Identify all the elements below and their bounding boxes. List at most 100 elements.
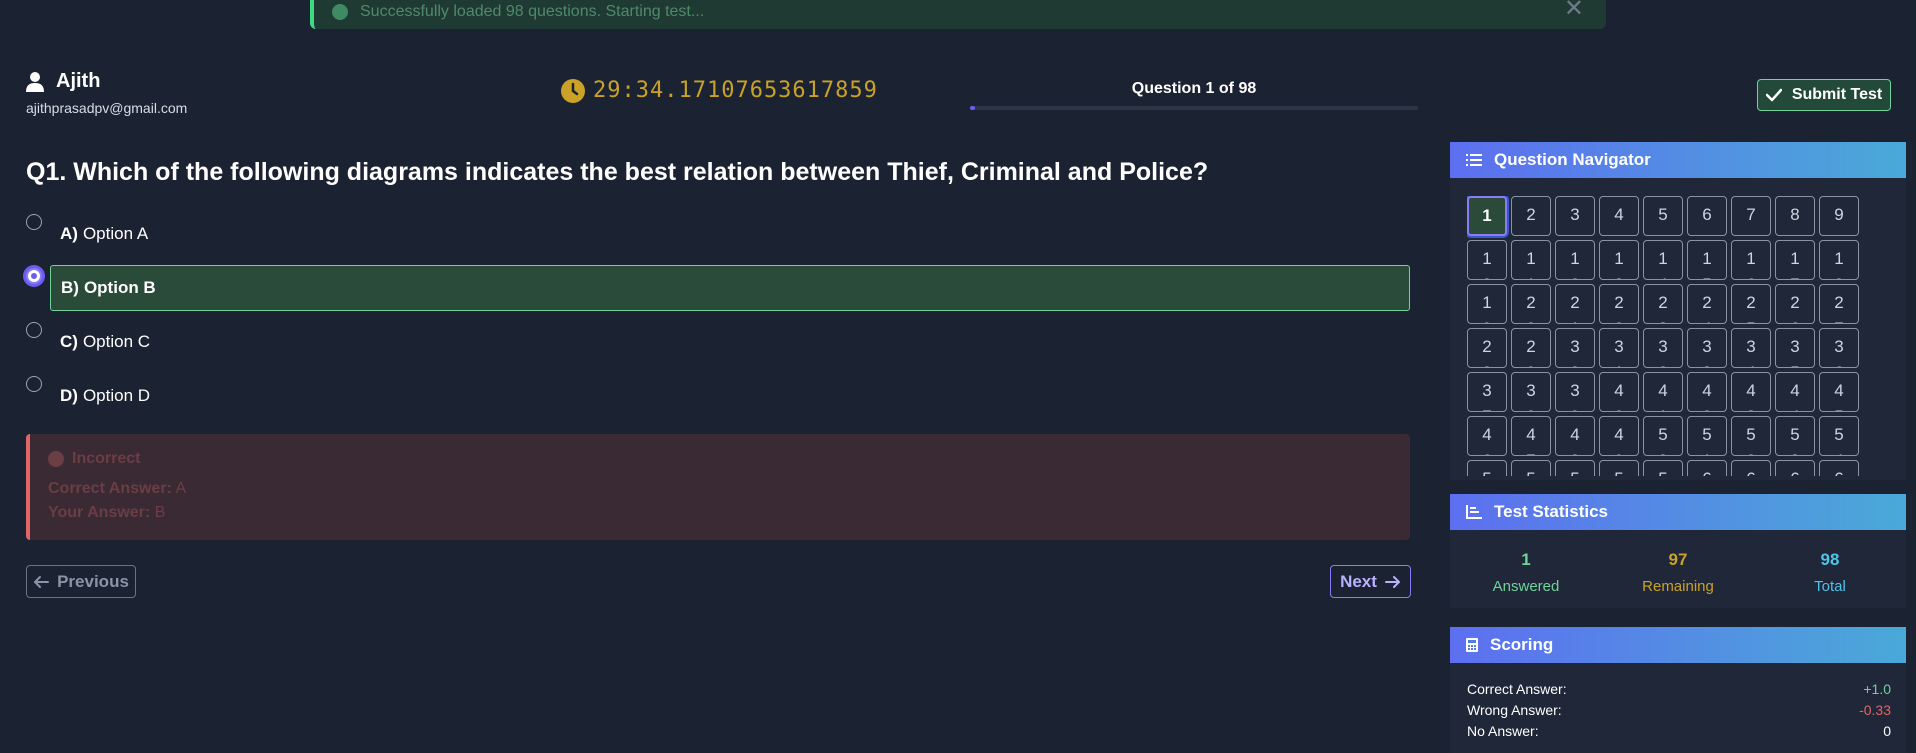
navigator-cell[interactable]: 52 <box>1731 416 1771 456</box>
option-d-label[interactable]: D) Option D <box>50 373 1410 419</box>
navigator-cell[interactable]: 63 <box>1819 460 1859 476</box>
navigator-cell[interactable]: 37 <box>1467 372 1507 412</box>
navigator-cell[interactable]: 8 <box>1775 196 1815 236</box>
navigator-cell[interactable]: 53 <box>1775 416 1815 456</box>
navigator-cell[interactable]: 62 <box>1775 460 1815 476</box>
navigator-cell[interactable]: 38 <box>1511 372 1551 412</box>
navigator-cell[interactable]: 25 <box>1731 284 1771 324</box>
score-correct-value: +1.0 <box>1863 681 1891 697</box>
total-count: 98 <box>1820 550 1840 569</box>
navigator-cell[interactable]: 15 <box>1687 240 1727 280</box>
navigator-cell[interactable]: 29 <box>1511 328 1551 368</box>
navigator-cell[interactable]: 48 <box>1555 416 1595 456</box>
navigator-cell[interactable]: 46 <box>1467 416 1507 456</box>
navigator-cell[interactable]: 31 <box>1599 328 1639 368</box>
question-title: Q1. Which of the following diagrams indi… <box>26 158 1209 186</box>
previous-button[interactable]: Previous <box>26 565 136 598</box>
option-a-radio[interactable] <box>26 214 42 230</box>
score-none-value: 0 <box>1883 723 1891 739</box>
navigator-cell[interactable]: 6 <box>1687 196 1727 236</box>
question-navigator-header: Question Navigator <box>1450 142 1906 178</box>
navigator-cell[interactable]: 18 <box>1819 240 1859 280</box>
your-answer-value: B <box>154 504 166 521</box>
statistics-title: Test Statistics <box>1494 502 1609 521</box>
option-b-radio[interactable] <box>26 268 42 284</box>
navigator-cell[interactable]: 32 <box>1643 328 1683 368</box>
close-icon[interactable]: ✕ <box>1564 0 1584 23</box>
navigator-cell[interactable]: 4 <box>1599 196 1639 236</box>
navigator-cell[interactable]: 24 <box>1687 284 1727 324</box>
navigator-cell[interactable]: 59 <box>1643 460 1683 476</box>
option-c[interactable]: C) Option C <box>0 319 1420 365</box>
navigator-cell[interactable]: 27 <box>1819 284 1859 324</box>
navigator-cell[interactable]: 28 <box>1467 328 1507 368</box>
navigator-cell[interactable]: 14 <box>1643 240 1683 280</box>
answered-count: 1 <box>1521 550 1531 569</box>
navigator-cell[interactable]: 30 <box>1555 328 1595 368</box>
answered-label: Answered <box>1492 578 1560 595</box>
submit-test-button[interactable]: Submit Test <box>1757 79 1891 111</box>
remaining-count: 97 <box>1668 550 1688 569</box>
navigator-cell[interactable]: 41 <box>1643 372 1683 412</box>
option-b[interactable]: B) Option B <box>0 265 1420 311</box>
navigator-cell[interactable]: 17 <box>1775 240 1815 280</box>
navigator-cell[interactable]: 35 <box>1775 328 1815 368</box>
navigator-cell[interactable]: 3 <box>1555 196 1595 236</box>
navigator-cell[interactable]: 34 <box>1731 328 1771 368</box>
navigator-cell[interactable]: 51 <box>1687 416 1727 456</box>
option-d[interactable]: D) Option D <box>0 373 1420 419</box>
navigator-cell[interactable]: 20 <box>1511 284 1551 324</box>
navigator-cell[interactable]: 7 <box>1731 196 1771 236</box>
question-counter: Question 1 of 98 <box>1131 80 1257 97</box>
navigator-cell[interactable]: 39 <box>1555 372 1595 412</box>
navigator-cell[interactable]: 45 <box>1819 372 1859 412</box>
option-c-radio[interactable] <box>26 322 42 338</box>
navigator-cell[interactable]: 21 <box>1555 284 1595 324</box>
option-a[interactable]: A) Option A <box>0 211 1420 257</box>
navigator-cell[interactable]: 23 <box>1643 284 1683 324</box>
navigator-cell[interactable]: 42 <box>1687 372 1727 412</box>
next-label: Next <box>1340 571 1377 591</box>
navigator-cell[interactable]: 55 <box>1467 460 1507 476</box>
navigator-cell[interactable]: 10 <box>1467 240 1507 280</box>
submit-label: Submit Test <box>1791 86 1883 103</box>
next-button[interactable]: Next <box>1330 565 1411 598</box>
option-c-label[interactable]: C) Option C <box>50 319 1410 365</box>
navigator-cell[interactable]: 60 <box>1687 460 1727 476</box>
total-label: Total <box>1814 578 1846 595</box>
navigator-cell[interactable]: 13 <box>1599 240 1639 280</box>
bar-chart-icon <box>1466 505 1482 519</box>
navigator-cell[interactable]: 47 <box>1511 416 1551 456</box>
navigator-cell[interactable]: 5 <box>1643 196 1683 236</box>
test-statistics-header: Test Statistics <box>1450 494 1906 530</box>
option-b-label[interactable]: B) Option B <box>50 265 1410 311</box>
score-row-wrong: Wrong Answer: -0.33 <box>1467 702 1891 718</box>
navigator-cell[interactable]: 22 <box>1599 284 1639 324</box>
list-icon <box>1466 154 1482 166</box>
navigator-cell[interactable]: 26 <box>1775 284 1815 324</box>
navigator-cell[interactable]: 16 <box>1731 240 1771 280</box>
navigator-cell[interactable]: 33 <box>1687 328 1727 368</box>
navigator-cell[interactable]: 12 <box>1555 240 1595 280</box>
clock-icon <box>561 78 585 103</box>
navigator-cell[interactable]: 43 <box>1731 372 1771 412</box>
navigator-cell[interactable]: 50 <box>1643 416 1683 456</box>
user-email: ajithprasadpv@gmail.com <box>26 100 188 116</box>
navigator-cell[interactable]: 44 <box>1775 372 1815 412</box>
option-d-radio[interactable] <box>26 376 42 392</box>
navigator-cell[interactable]: 54 <box>1819 416 1859 456</box>
navigator-cell[interactable]: 36 <box>1819 328 1859 368</box>
navigator-cell[interactable]: 2 <box>1511 196 1551 236</box>
navigator-cell[interactable]: 56 <box>1511 460 1551 476</box>
navigator-cell[interactable]: 57 <box>1555 460 1595 476</box>
score-row-none: No Answer: 0 <box>1467 723 1891 739</box>
option-a-label[interactable]: A) Option A <box>50 211 1410 257</box>
navigator-cell[interactable]: 40 <box>1599 372 1639 412</box>
navigator-cell[interactable]: 11 <box>1511 240 1551 280</box>
navigator-cell[interactable]: 1 <box>1467 196 1507 236</box>
navigator-cell[interactable]: 61 <box>1731 460 1771 476</box>
navigator-cell[interactable]: 19 <box>1467 284 1507 324</box>
navigator-cell[interactable]: 58 <box>1599 460 1639 476</box>
navigator-cell[interactable]: 9 <box>1819 196 1859 236</box>
navigator-cell[interactable]: 49 <box>1599 416 1639 456</box>
